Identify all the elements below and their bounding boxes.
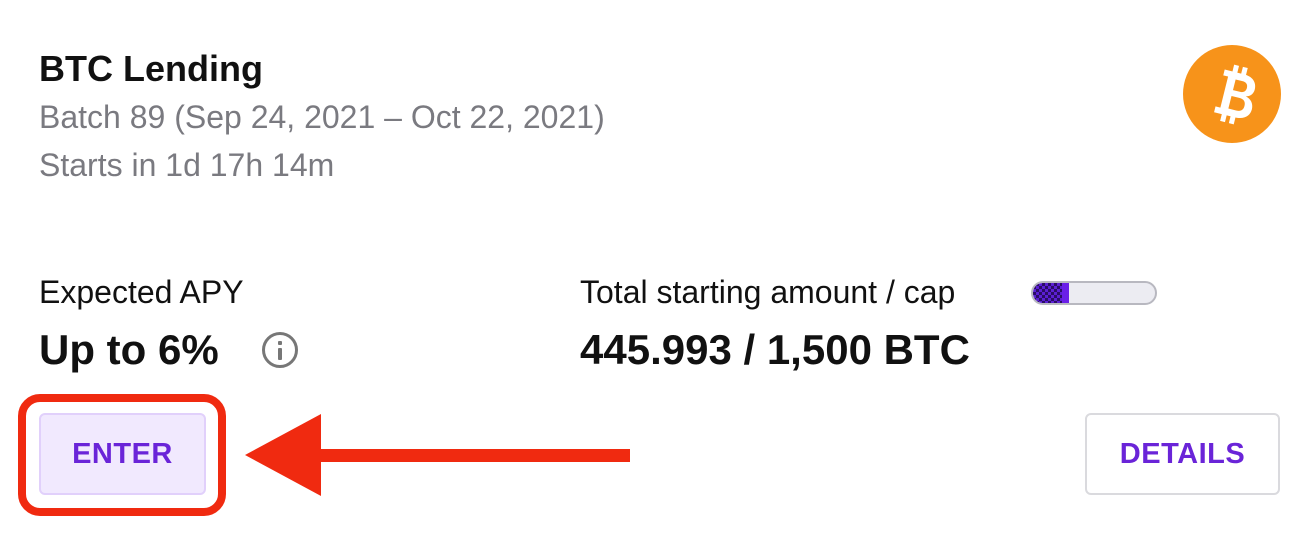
bitcoin-icon	[1183, 45, 1281, 143]
details-button[interactable]: DETAILS	[1085, 413, 1280, 495]
total-amount-value: 445.993 / 1,500 BTC	[580, 326, 970, 373]
left-arrow-icon	[245, 414, 630, 496]
start-countdown: Starts in 1d 17h 14m	[39, 147, 335, 183]
info-icon[interactable]	[262, 332, 298, 368]
total-amount-label: Total starting amount / cap	[580, 274, 956, 310]
batch-period: Batch 89 (Sep 24, 2021 – Oct 22, 2021)	[39, 99, 605, 135]
cap-progress-fill	[1033, 283, 1070, 303]
cap-progress-bar	[1031, 281, 1157, 305]
expected-apy-value: Up to 6%	[39, 326, 219, 373]
product-title: BTC Lending	[39, 48, 263, 89]
enter-button[interactable]: ENTER	[39, 413, 206, 495]
btc-lending-card: BTC Lending Batch 89 (Sep 24, 2021 – Oct…	[0, 0, 1314, 540]
expected-apy-label: Expected APY	[39, 274, 244, 310]
